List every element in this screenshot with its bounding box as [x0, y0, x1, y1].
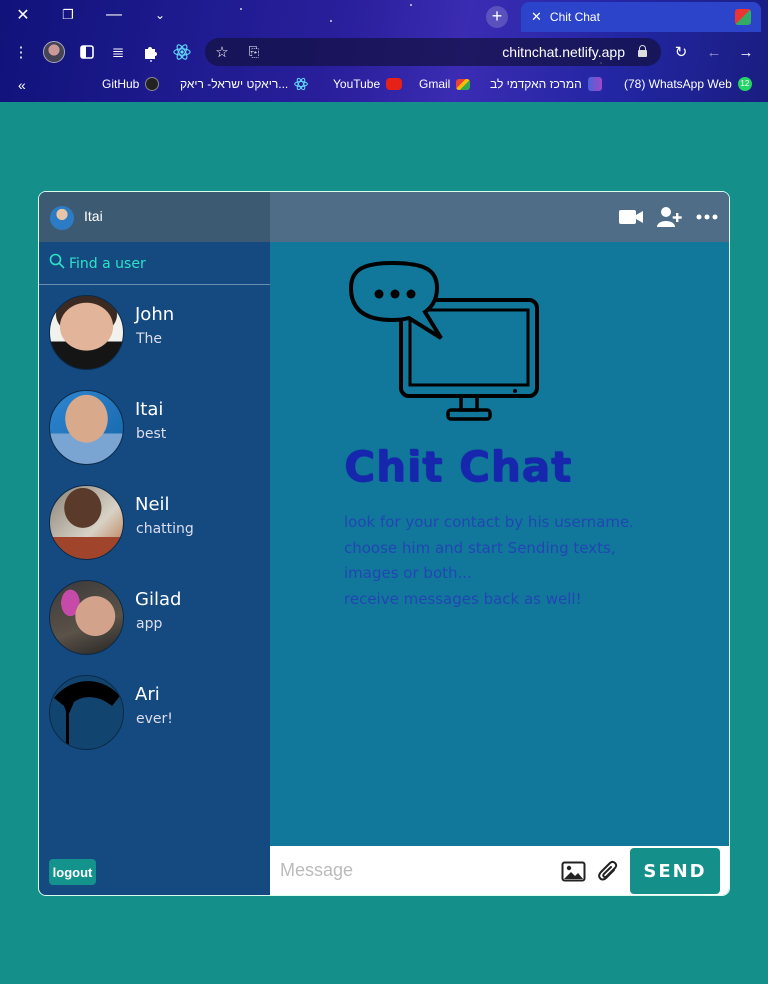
message-input[interactable]	[280, 858, 550, 882]
bookmark-label: המרכז האקדמי לב	[490, 77, 582, 91]
user-name: Itai	[135, 399, 164, 420]
user-item-gilad[interactable]: Gilad app	[39, 577, 270, 672]
last-message: app	[136, 616, 163, 632]
restore-window-icon[interactable]: ❐	[45, 0, 91, 30]
youtube-icon	[386, 78, 403, 90]
bookmark-star-icon[interactable]: ☆	[211, 41, 233, 63]
browser-chrome: ✕ ❐ — ⌄ + ✕ Chit Chat ⋮ ≣ ☆ ⎘ chitnchat.…	[0, 0, 768, 102]
current-user-avatar	[50, 206, 74, 230]
user-item-itai[interactable]: Itai best	[39, 387, 270, 482]
avatar	[49, 485, 124, 560]
logout-button[interactable]: logout	[49, 859, 96, 885]
tab-title: Chit Chat	[549, 10, 600, 24]
profile-avatar[interactable]	[43, 41, 65, 63]
chat-panel: Chit Chat look for your contact by his u…	[270, 192, 729, 895]
user-item-ari[interactable]: Ari ever!	[39, 672, 270, 767]
tab-favicon	[735, 9, 751, 25]
reload-icon[interactable]: ↻	[670, 41, 692, 63]
instructions: look for your contact by his username. c…	[344, 510, 634, 612]
find-user-input[interactable]	[69, 254, 259, 274]
react-icon	[294, 77, 309, 91]
instruction-line: look for your contact by his username.	[344, 513, 634, 531]
last-message: chatting	[136, 521, 194, 537]
instruction-line: receive messages back as well!	[344, 589, 582, 608]
bookmark-label: (78) WhatsApp Web	[624, 77, 732, 91]
user-name: Ari	[135, 684, 160, 705]
message-composer: SEND	[270, 846, 729, 895]
sidebar-panel-icon[interactable]	[76, 41, 98, 63]
jct-icon	[587, 77, 602, 91]
address-bar[interactable]: ☆ ⎘ chitnchat.netlify.app	[205, 38, 661, 66]
url-text: chitnchat.netlify.app	[502, 44, 625, 60]
user-search	[39, 242, 270, 285]
browser-menu-icon[interactable]: ⋮	[10, 41, 32, 63]
search-icon	[49, 253, 65, 269]
image-upload-icon[interactable]	[561, 861, 586, 882]
extensions-puzzle-icon[interactable]	[139, 41, 161, 63]
react-devtools-icon[interactable]	[171, 41, 193, 63]
forward-arrow-icon[interactable]: ←	[703, 41, 725, 63]
avatar	[49, 295, 124, 370]
user-name: Neil	[135, 494, 170, 515]
tab-search-chevron-icon[interactable]: ⌄	[137, 0, 183, 30]
bookmark-youtube[interactable]: YouTube	[333, 77, 403, 91]
user-item-neil[interactable]: Neil chatting	[39, 482, 270, 577]
bookmark-label: YouTube	[333, 77, 381, 91]
last-message: The	[136, 331, 163, 347]
bookmark-label: GitHub	[102, 77, 140, 91]
back-arrow-icon[interactable]: →	[735, 41, 757, 63]
chat-app: Itai John The Itai best Neil	[38, 191, 730, 896]
chat-monitor-illustration	[348, 260, 539, 421]
avatar	[49, 580, 124, 655]
instruction-line: images or both...	[344, 564, 472, 582]
bookmark-react-israel[interactable]: ריאקט ישראל- ריאק...	[180, 77, 309, 91]
whatsapp-icon: 12	[737, 77, 752, 91]
tab-bar: ✕ ❐ — ⌄ + ✕ Chit Chat	[0, 0, 768, 32]
minimize-window-icon[interactable]: —	[91, 0, 137, 30]
more-bookmarks-icon[interactable]: «	[18, 77, 26, 93]
bookmarks-bar: « GitHub ריאקט ישראל- ריאק... YouTube Gm…	[0, 72, 768, 98]
last-message: best	[136, 426, 167, 442]
close-window-icon[interactable]: ✕	[0, 0, 46, 30]
tab-chit-chat[interactable]: ✕ Chit Chat	[521, 2, 761, 32]
avatar	[49, 675, 124, 750]
avatar	[49, 390, 124, 465]
bookmark-github[interactable]: GitHub	[102, 77, 160, 91]
user-list: John The Itai best Neil chatting Gilad a…	[39, 292, 270, 767]
share-icon[interactable]: ⎘	[243, 41, 265, 63]
last-message: ever!	[136, 711, 173, 727]
send-button[interactable]: SEND	[630, 848, 720, 894]
bookmark-gmail[interactable]: Gmail	[419, 77, 471, 91]
attach-file-icon[interactable]	[597, 860, 619, 884]
bookmark-label: Gmail	[419, 77, 451, 91]
gmail-icon	[456, 78, 471, 90]
lock-icon	[638, 45, 647, 57]
video-call-icon[interactable]	[618, 206, 644, 228]
bookmark-whatsapp[interactable]: (78) WhatsApp Web 12	[624, 77, 752, 91]
bookmark-label: ריאקט ישראל- ריאק...	[180, 77, 289, 91]
tab-close-icon[interactable]: ✕	[531, 9, 542, 25]
github-icon	[145, 77, 160, 91]
current-user-name: Itai	[84, 208, 103, 224]
user-item-john[interactable]: John The	[39, 292, 270, 387]
new-tab-plus-icon[interactable]: +	[486, 6, 508, 28]
sidebar: Itai John The Itai best Neil	[39, 192, 270, 895]
user-name: John	[135, 304, 175, 325]
instruction-line: choose him and start Sending texts,	[344, 538, 616, 557]
reading-list-icon[interactable]: ≣	[107, 41, 129, 63]
bookmark-jct[interactable]: המרכז האקדמי לב	[490, 77, 602, 91]
app-brand-title: Chit Chat	[344, 442, 572, 491]
more-options-icon[interactable]	[694, 206, 720, 228]
chat-header	[270, 192, 729, 242]
sidebar-header: Itai	[39, 192, 270, 242]
add-user-icon[interactable]	[656, 206, 682, 228]
user-name: Gilad	[135, 589, 182, 610]
